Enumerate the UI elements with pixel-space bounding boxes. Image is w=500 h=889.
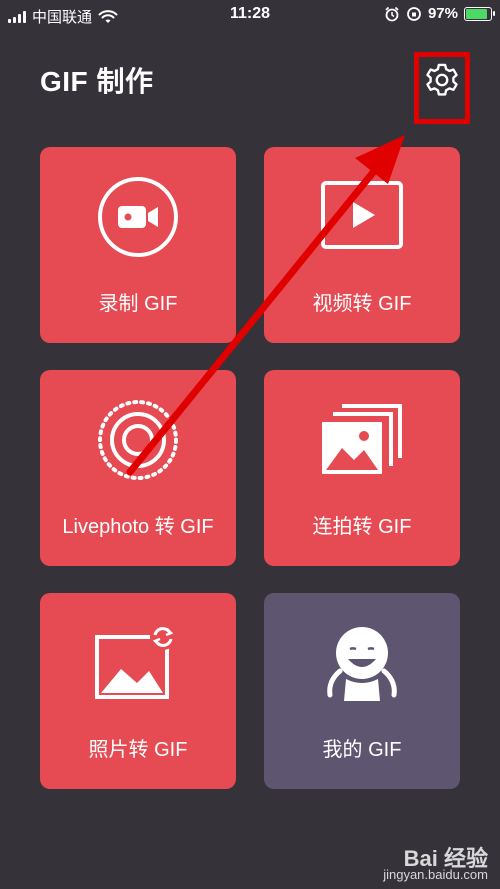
watermark-url: jingyan.baidu.com	[383, 867, 488, 882]
alarm-icon	[385, 6, 399, 21]
watermark-brand: Bai 经验	[403, 846, 488, 871]
status-right: 97%	[384, 5, 495, 22]
tile-label: 连拍转 GIF	[312, 516, 412, 538]
tile-label: 录制 GIF	[98, 293, 178, 315]
tile-label: 我的 GIF	[322, 739, 402, 761]
burst-photos-icon	[322, 404, 402, 474]
tile-label: 照片转 GIF	[88, 739, 188, 761]
baidu-watermark: Bai 经验 jingyan.baidu.com	[383, 846, 488, 883]
battery-percent: 97%	[427, 5, 458, 22]
tile-video-to-gif[interactable]: 视频转 GIF	[264, 147, 460, 343]
tile-label: Livephoto 转 GIF	[62, 516, 214, 538]
annotation-highlight-box	[414, 52, 470, 124]
tile-burst-to-gif[interactable]: 连拍转 GIF	[264, 370, 460, 566]
tile-record-gif[interactable]: 录制 GIF	[40, 147, 236, 343]
battery-fill	[466, 8, 487, 19]
livephoto-icon	[98, 400, 178, 480]
record-camera-icon	[98, 177, 178, 257]
my-gif-avatar-icon	[327, 627, 397, 701]
photo-convert-icon	[95, 624, 176, 699]
tile-livephoto-to-gif[interactable]: Livephoto 转 GIF	[40, 370, 236, 566]
tile-photo-to-gif[interactable]: 照片转 GIF	[40, 593, 236, 789]
tile-my-gif[interactable]: 我的 GIF	[264, 593, 460, 789]
video-play-icon	[321, 181, 403, 249]
tile-label: 视频转 GIF	[312, 293, 412, 315]
orientation-lock-icon	[407, 6, 421, 21]
page-title: GIF 制作	[40, 66, 154, 97]
status-bar: 中国联通 11:28 97%	[0, 0, 500, 30]
battery-icon	[464, 6, 495, 21]
